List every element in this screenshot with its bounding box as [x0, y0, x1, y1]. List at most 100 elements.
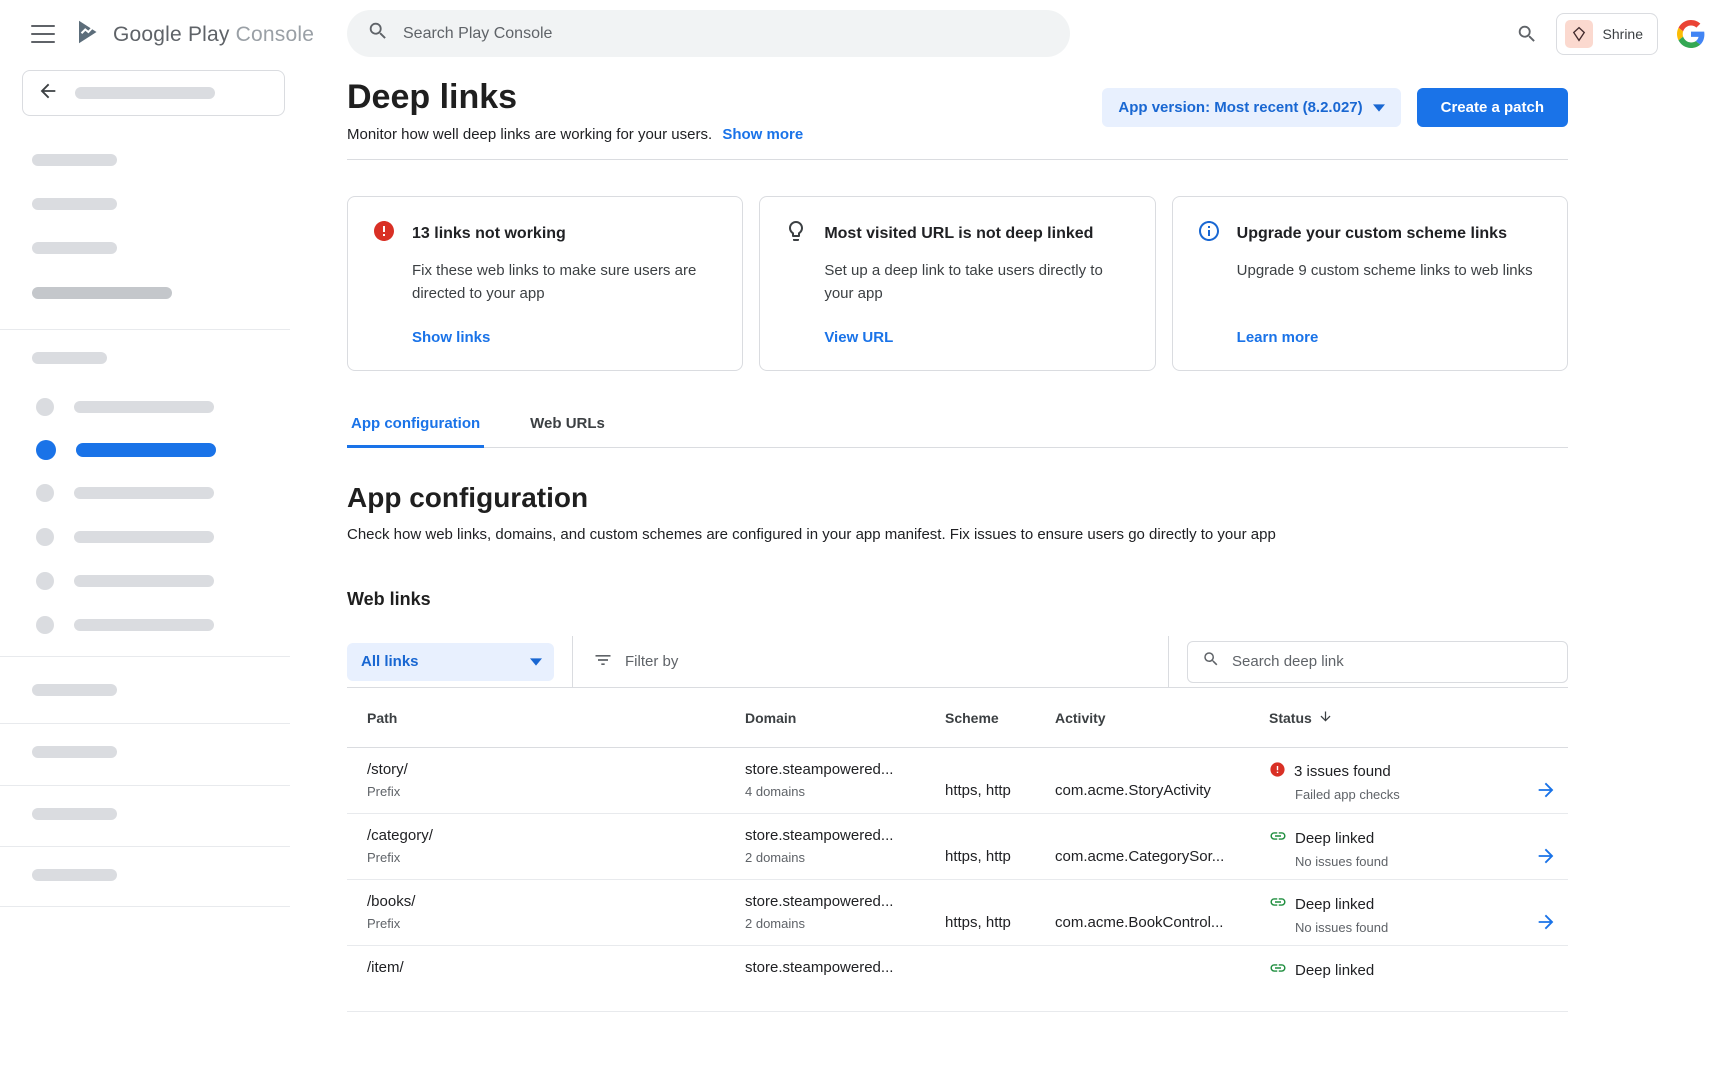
table-row[interactable]: /story/ Prefix store.steampowered... 4 d… — [347, 748, 1568, 814]
show-links-link[interactable]: Show links — [412, 329, 718, 346]
card-body: Set up a deep link to take users directl… — [824, 260, 1130, 305]
column-header-status[interactable]: Status — [1269, 709, 1524, 727]
open-row-arrow-icon[interactable] — [1524, 911, 1568, 936]
back-button[interactable] — [22, 70, 285, 116]
card-upgrade-scheme-links: Upgrade your custom scheme links Upgrade… — [1172, 196, 1568, 371]
web-links-title: Web links — [347, 589, 1568, 610]
app-switcher-chip[interactable]: Shrine — [1556, 13, 1658, 55]
path-type: Prefix — [367, 784, 745, 799]
column-header-scheme[interactable]: Scheme — [945, 710, 1055, 726]
path-value: /books/ — [367, 893, 745, 910]
skeleton-bar — [32, 198, 117, 210]
tab-web-urls[interactable]: Web URLs — [526, 415, 609, 448]
sidebar-divider — [0, 329, 290, 330]
status-value: 3 issues found — [1294, 763, 1391, 780]
table-header: Path Domain Scheme Activity Status — [347, 688, 1568, 748]
link-icon — [1269, 893, 1287, 915]
status-value: Deep linked — [1295, 896, 1374, 913]
sidebar-divider — [0, 846, 290, 847]
path-value: /category/ — [367, 827, 745, 844]
insight-cards: 13 links not working Fix these web links… — [347, 196, 1568, 371]
table-row[interactable]: /books/ Prefix store.steampowered... 2 d… — [347, 880, 1568, 946]
tab-app-configuration[interactable]: App configuration — [347, 415, 484, 448]
domain-value: store.steampowered... — [745, 959, 945, 976]
learn-more-link[interactable]: Learn more — [1237, 329, 1543, 346]
sidebar-item-skeleton — [36, 528, 290, 546]
deep-link-search-input[interactable] — [1232, 653, 1553, 670]
tab-bar: App configuration Web URLs — [347, 415, 1568, 448]
topbar-actions: Shrine — [1516, 12, 1706, 56]
card-title: 13 links not working — [412, 225, 566, 243]
show-more-link[interactable]: Show more — [722, 126, 803, 143]
path-value: /item/ — [367, 959, 745, 976]
sidebar-item-skeleton — [36, 398, 290, 416]
web-links-toolbar: All links Filter by — [347, 636, 1568, 688]
status-detail: No issues found — [1295, 920, 1524, 935]
scheme-value: https, http — [945, 782, 1055, 799]
topbar: Google Play Console Shrine — [0, 0, 1728, 68]
app-version-dropdown[interactable]: App version: Most recent (8.2.027) — [1102, 88, 1400, 127]
skeleton-bar — [32, 684, 117, 696]
column-header-activity[interactable]: Activity — [1055, 710, 1269, 726]
page-header: Deep links Monitor how well deep links a… — [347, 76, 1568, 143]
sidebar-divider — [0, 906, 290, 907]
info-icon — [1197, 219, 1221, 248]
card-title: Most visited URL is not deep linked — [824, 225, 1093, 243]
shrine-app-icon — [1565, 20, 1593, 48]
search-icon — [1202, 650, 1220, 673]
web-links-table: Path Domain Scheme Activity Status /stor… — [347, 688, 1568, 1012]
activity-value: com.acme.CategorySor... — [1055, 848, 1269, 865]
open-row-arrow-icon[interactable] — [1524, 779, 1568, 804]
selected-item-bar — [76, 443, 216, 457]
create-patch-button[interactable]: Create a patch — [1417, 88, 1568, 127]
scheme-value: https, http — [945, 914, 1055, 931]
domain-count: 2 domains — [745, 850, 945, 865]
sidebar-item-skeleton — [36, 484, 290, 502]
status-value: Deep linked — [1295, 962, 1374, 979]
main-content: Deep links Monitor how well deep links a… — [290, 68, 1728, 1080]
section-title: App configuration — [347, 482, 1568, 514]
card-body: Fix these web links to make sure users a… — [412, 260, 718, 305]
column-header-path[interactable]: Path — [367, 710, 745, 726]
sidebar-divider — [0, 656, 290, 657]
skeleton-bar — [74, 619, 214, 631]
arrow-back-icon — [37, 80, 59, 107]
filter-by-button[interactable]: Filter by — [593, 650, 678, 674]
skeleton-bar — [32, 242, 117, 254]
error-icon — [372, 219, 396, 248]
search-icon-button[interactable] — [1516, 23, 1538, 45]
table-row[interactable]: /item/ store.steampowered... Deep linked — [347, 946, 1568, 1012]
deep-link-search[interactable] — [1187, 641, 1568, 683]
path-value: /story/ — [367, 761, 745, 778]
skeleton-bar — [32, 287, 172, 299]
google-account-avatar[interactable] — [1676, 19, 1706, 49]
sidebar-divider — [0, 723, 290, 724]
card-links-not-working: 13 links not working Fix these web links… — [347, 196, 743, 371]
link-icon — [1269, 959, 1287, 981]
domain-value: store.steampowered... — [745, 827, 945, 844]
play-console-logo[interactable]: Google Play Console — [74, 17, 314, 52]
skeleton-bar — [74, 487, 214, 499]
sidebar-divider — [0, 785, 290, 786]
sidebar-item-selected[interactable] — [36, 440, 290, 460]
open-row-arrow-icon[interactable] — [1524, 845, 1568, 870]
card-most-visited-url: Most visited URL is not deep linked Set … — [759, 196, 1155, 371]
skeleton-circle — [36, 572, 54, 590]
links-filter-dropdown[interactable]: All links — [347, 643, 554, 681]
header-actions: App version: Most recent (8.2.027) Creat… — [1102, 88, 1568, 127]
column-header-domain[interactable]: Domain — [745, 710, 945, 726]
toolbar-separator — [1168, 636, 1169, 687]
sort-descending-icon — [1318, 709, 1333, 727]
skeleton-circle — [36, 398, 54, 416]
global-search[interactable] — [347, 10, 1070, 57]
table-row[interactable]: /category/ Prefix store.steampowered... … — [347, 814, 1568, 880]
skeleton-bar — [74, 531, 214, 543]
menu-icon[interactable] — [31, 25, 55, 43]
skeleton-bar — [32, 808, 117, 820]
sidebar — [0, 68, 290, 1080]
status-detail: Failed app checks — [1295, 787, 1524, 802]
view-url-link[interactable]: View URL — [824, 329, 1130, 346]
chevron-down-icon — [530, 653, 542, 670]
skeleton-circle — [36, 616, 54, 634]
global-search-input[interactable] — [403, 25, 1050, 43]
